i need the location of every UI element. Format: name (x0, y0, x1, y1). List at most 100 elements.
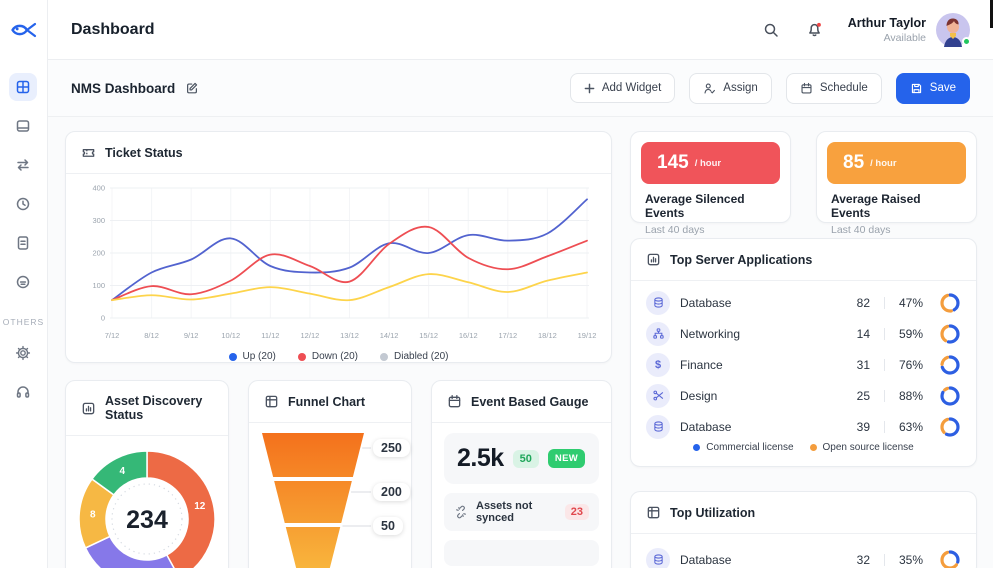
svg-text:400: 400 (92, 184, 105, 193)
divider (884, 296, 885, 309)
page-title: Dashboard (71, 20, 155, 38)
sidebar-item-transfer[interactable] (9, 151, 37, 179)
stat-value: 85 (843, 152, 865, 173)
legend-dot-red (297, 352, 306, 361)
database-icon (646, 290, 670, 315)
assign-button[interactable]: Assign (689, 72, 772, 104)
progress-ring (939, 549, 961, 568)
sidebar-item-settings[interactable] (9, 339, 37, 367)
sidebar-item-history[interactable] (9, 190, 37, 218)
headset-icon (17, 386, 30, 398)
notifications-button[interactable] (804, 19, 826, 41)
sidebar-item-reports[interactable] (9, 229, 37, 257)
progress-ring (939, 385, 961, 407)
stat-banner-orange: 85 / hour (827, 142, 966, 184)
legend-item-down: Down (20) (297, 351, 358, 362)
legend-item-up: Up (20) (228, 351, 276, 362)
progress-ring (939, 416, 961, 438)
gauge-metric-row-clipped (444, 540, 599, 566)
unlink-icon (456, 505, 466, 519)
save-button[interactable]: Save (895, 72, 970, 104)
dollar-icon: $ (646, 352, 670, 377)
user-name: Arthur Taylor (847, 15, 926, 30)
funnel-label-1: 250 (373, 439, 410, 457)
license-legend: Commercial license Open source license (631, 442, 976, 466)
svg-text:14/12: 14/12 (380, 331, 399, 340)
legend-item-commercial: Commercial license (693, 442, 794, 453)
svg-text:100: 100 (92, 281, 105, 290)
top-utilization-card: Top Utilization Database 32 35% (630, 491, 977, 568)
sidebar-item-dashboard[interactable] (9, 73, 38, 101)
user-meta: Arthur Taylor Available (848, 16, 926, 44)
table-row: Database 39 63% (646, 411, 961, 442)
user-block[interactable]: Arthur Taylor Available (848, 12, 971, 47)
svg-text:8/12: 8/12 (144, 331, 159, 340)
stat-label: Average Silenced Events (645, 192, 745, 220)
asset-discovery-card: Asset Discovery Status 12 8 4 234 (65, 380, 229, 568)
app-logo[interactable] (0, 0, 47, 60)
edit-icon[interactable] (185, 81, 199, 95)
line-chart: 0 100 200 300 400 7/12 8/12 9/12 10/12 11/12 12/12… (82, 180, 596, 350)
svg-text:17/12: 17/12 (498, 331, 517, 340)
sidebar-item-pages[interactable] (9, 112, 37, 140)
gauge-row-value: 23 (564, 504, 589, 520)
ticket-icon (82, 149, 95, 157)
legend-dot-gray (380, 352, 388, 361)
table-row: Database 82 47% (646, 287, 961, 318)
chart-doc-icon (647, 253, 660, 266)
calendar-icon (448, 395, 461, 408)
coin-icon (17, 275, 30, 289)
dashboard-name: NMS Dashboard (71, 80, 176, 96)
assign-user-icon (704, 83, 716, 94)
progress-ring (939, 292, 961, 314)
funnel-chart: 250 200 50 (261, 433, 410, 568)
schedule-button[interactable]: Schedule (785, 72, 882, 104)
stat-cards-row: 145 / hour Average Silenced Events Last … (630, 131, 977, 236)
top-server-applications-card: Top Server Applications Database 82 47% (630, 238, 977, 467)
table-row: $ Finance 31 76% (646, 349, 961, 380)
stat-label: Average Raised Events (831, 192, 921, 220)
stat-period: Last 40 days (831, 224, 891, 236)
gauge-metric-row: Assets not synced 23 (444, 493, 599, 531)
table-icon (265, 395, 278, 408)
browser-window-icon (17, 120, 30, 132)
table-row: Networking 14 59% (646, 318, 961, 349)
gauge-stat-panel: 2.5k 50 NEW (444, 433, 599, 484)
gauge-value: 2.5k (457, 444, 504, 472)
divider (884, 553, 885, 566)
svg-text:10/12: 10/12 (221, 331, 240, 340)
sidebar-item-currency[interactable] (9, 268, 37, 296)
sidebar-others-label: OTHERS (2, 317, 45, 327)
svg-text:16/12: 16/12 (459, 331, 478, 340)
progress-ring (939, 323, 961, 345)
donut-chart: 12 8 4 234 (77, 449, 217, 568)
add-widget-button[interactable]: Add Widget (569, 73, 676, 103)
table-row: Database 32 35% (646, 544, 961, 568)
event-gauge-card: Event Based Gauge 2.5k 50 NEW Assets not… (431, 380, 612, 568)
gear-icon (16, 345, 31, 361)
save-floppy-icon (911, 83, 921, 93)
stat-period: Last 40 days (645, 224, 705, 236)
search-icon (764, 23, 778, 37)
divider (884, 420, 885, 433)
divider (884, 358, 885, 371)
top-header: Dashboard Arthur Taylor Available (48, 0, 993, 60)
user-status: Available (883, 31, 926, 44)
sidebar-item-support[interactable] (9, 378, 37, 406)
progress-ring (939, 354, 961, 376)
server-app-rows: Database 82 47% Networking 14 59% $ Fina… (631, 281, 976, 442)
gauge-count-badge: 50 (512, 449, 539, 468)
ticket-status-card: Ticket Status 0 100 200 300 400 7/12 8/12 9/12 1… (65, 131, 612, 363)
toolbar-buttons: Add Widget Assign Schedule Save (569, 72, 970, 104)
svg-text:234: 234 (126, 506, 168, 534)
funnel-chart-card: Funnel Chart 250 200 50 (248, 380, 412, 568)
stat-value: 145 (657, 152, 689, 173)
divider (884, 327, 885, 340)
gauge-new-badge: NEW (547, 449, 585, 468)
table-icon (647, 506, 660, 519)
document-icon (18, 236, 29, 250)
legend-dot-blue (228, 352, 237, 361)
svg-text:11/12: 11/12 (261, 331, 279, 340)
search-button[interactable] (760, 19, 782, 41)
avatar[interactable] (936, 12, 971, 47)
